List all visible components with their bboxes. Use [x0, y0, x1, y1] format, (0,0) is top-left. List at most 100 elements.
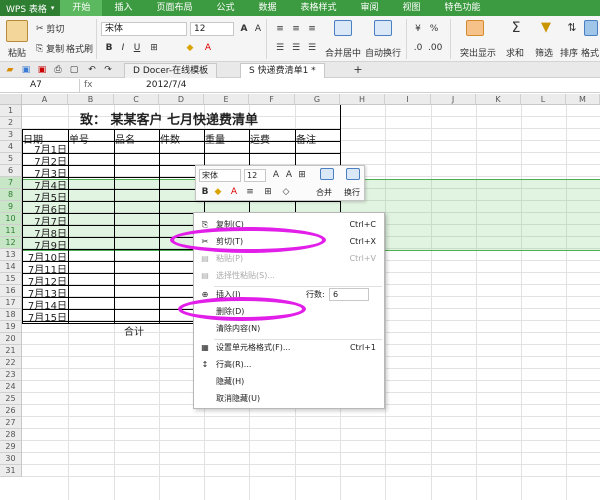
formula-input[interactable]: 2012/7/4 [146, 79, 186, 92]
filter-icon[interactable]: ▼ [540, 21, 552, 34]
paste-icon[interactable] [6, 20, 28, 42]
col-header-h[interactable]: H [340, 94, 385, 105]
mini-shrink-font-icon[interactable]: A [283, 169, 295, 181]
row-header[interactable]: 17 [0, 297, 22, 309]
redo-icon[interactable]: ↷ [102, 64, 114, 76]
decrease-decimal-icon[interactable]: .00 [428, 42, 442, 54]
row-header[interactable]: 22 [0, 357, 22, 369]
print-icon[interactable]: ⎙ [52, 64, 64, 76]
row-header[interactable]: 12 [0, 237, 22, 249]
new-tab-icon[interactable]: + [352, 64, 364, 76]
col-header-k[interactable]: K [476, 94, 521, 105]
mini-font-select[interactable]: 宋体 [199, 169, 241, 182]
mini-font-color-icon[interactable]: A [228, 186, 240, 198]
row-count-input[interactable]: 6 [329, 288, 369, 301]
conditional-format-icon[interactable] [466, 20, 484, 36]
mini-wrap-button[interactable]: 换行 [344, 187, 360, 198]
header-weight[interactable]: 重量 [205, 131, 225, 146]
menu-hide[interactable]: 隐藏(H) [194, 374, 384, 390]
menu-data[interactable]: 数据 [246, 0, 288, 16]
header-freight[interactable]: 运费 [250, 131, 270, 146]
number-format-icon[interactable]: ¥ [412, 23, 424, 35]
increase-decimal-icon[interactable]: .0 [412, 42, 424, 54]
header-quantity[interactable]: 件数 [160, 131, 180, 146]
wrap-text-button[interactable]: 自动换行 [364, 46, 402, 59]
menu-row-height[interactable]: ↕ 行高(R)... [194, 357, 384, 373]
fill-color-icon[interactable]: ◆ [184, 42, 196, 54]
row-header[interactable]: 29 [0, 441, 22, 453]
font-color-icon[interactable]: A [202, 42, 214, 54]
menu-page-layout[interactable]: 页面布局 [144, 0, 204, 16]
italic-icon[interactable]: I [117, 42, 129, 54]
cut-button[interactable]: ✂ 剪切 [36, 22, 64, 36]
col-header-j[interactable]: J [431, 94, 476, 105]
header-item-name[interactable]: 品名 [115, 131, 135, 146]
sum-button[interactable]: 求和 [502, 46, 528, 59]
row-header[interactable]: 5 [0, 153, 22, 165]
col-header-e[interactable]: E [204, 94, 249, 105]
total-label[interactable]: 合计 [124, 323, 144, 338]
menu-insert[interactable]: 插入 [102, 0, 144, 16]
filter-button[interactable]: 筛选 [530, 46, 558, 59]
row-header[interactable]: 4 [0, 141, 22, 153]
folder-icon[interactable]: ▰ [4, 64, 16, 76]
merge-center-button[interactable]: 合并居中 [320, 46, 366, 59]
row-header[interactable]: 1 [0, 105, 22, 117]
mini-align-icon[interactable]: ≡ [244, 186, 256, 198]
tab-docer-templates[interactable]: D Docer-在线模板 [124, 63, 218, 78]
row-header[interactable]: 31 [0, 465, 22, 477]
sum-icon[interactable]: Σ [510, 21, 522, 35]
row-header[interactable]: 9 [0, 201, 22, 213]
tab-express-fee-list[interactable]: S 快递费清单1 * [240, 63, 325, 78]
copy-button[interactable]: ⎘ 复制 [36, 42, 64, 56]
mini-merge-icon[interactable] [320, 168, 334, 180]
row-header[interactable]: 24 [0, 381, 22, 393]
format-icon[interactable] [584, 20, 598, 36]
fx-icon[interactable]: fx [84, 79, 93, 92]
align-bottom-icon[interactable]: ≡ [306, 23, 318, 35]
col-header-i[interactable]: I [385, 94, 431, 105]
preview-icon[interactable]: ▢ [68, 64, 80, 76]
align-left-icon[interactable]: ☰ [274, 42, 286, 54]
row-header[interactable]: 3 [0, 129, 22, 141]
row-header[interactable]: 25 [0, 393, 22, 405]
format-button[interactable]: 格式 [580, 46, 600, 59]
col-header-a[interactable]: A [22, 94, 68, 105]
underline-icon[interactable]: U [131, 42, 143, 54]
row-header[interactable]: 27 [0, 417, 22, 429]
undo-icon[interactable]: ↶ [86, 64, 98, 76]
menu-unhide[interactable]: 取消隐藏(U) [194, 391, 384, 407]
row-header[interactable]: 7 [0, 177, 22, 189]
align-center-icon[interactable]: ☰ [290, 42, 302, 54]
mini-bold-icon[interactable]: B [199, 186, 211, 198]
wrap-text-icon[interactable] [374, 20, 392, 36]
mini-size-select[interactable]: 12 [244, 169, 266, 182]
row-header[interactable]: 13 [0, 249, 22, 261]
row-header[interactable]: 16 [0, 285, 22, 297]
header-remarks[interactable]: 备注 [296, 131, 316, 146]
menu-format-cells[interactable]: ▦ 设置单元格格式(F)... Ctrl+1 [194, 340, 384, 356]
align-middle-icon[interactable]: ≡ [290, 23, 302, 35]
mini-number-format-icon[interactable]: ⊞ [296, 169, 308, 181]
menu-view[interactable]: 视图 [391, 0, 433, 16]
align-right-icon[interactable]: ☰ [306, 42, 318, 54]
menu-formulas[interactable]: 公式 [204, 0, 246, 16]
col-header-c[interactable]: C [114, 94, 159, 105]
save-icon[interactable]: ▣ [20, 64, 32, 76]
row-header[interactable]: 26 [0, 405, 22, 417]
header-tracking-no[interactable]: 单号 [69, 131, 89, 146]
row-header[interactable]: 19 [0, 321, 22, 333]
mini-wrap-icon[interactable] [346, 168, 360, 180]
highlight-button[interactable]: 突出显示 [456, 46, 500, 59]
merge-icon[interactable] [334, 20, 352, 36]
row-header[interactable]: 21 [0, 345, 22, 357]
paste-button[interactable]: 粘贴 [4, 46, 30, 59]
row-header[interactable]: 2 [0, 117, 22, 129]
menu-table-style[interactable]: 表格样式 [289, 0, 349, 16]
sort-button[interactable]: 排序 [558, 46, 580, 59]
row-header[interactable]: 15 [0, 273, 22, 285]
col-header-d[interactable]: D [159, 94, 204, 105]
mini-border-icon[interactable]: ⊞ [262, 186, 274, 198]
align-top-icon[interactable]: ≡ [274, 23, 286, 35]
row-header[interactable]: 28 [0, 429, 22, 441]
